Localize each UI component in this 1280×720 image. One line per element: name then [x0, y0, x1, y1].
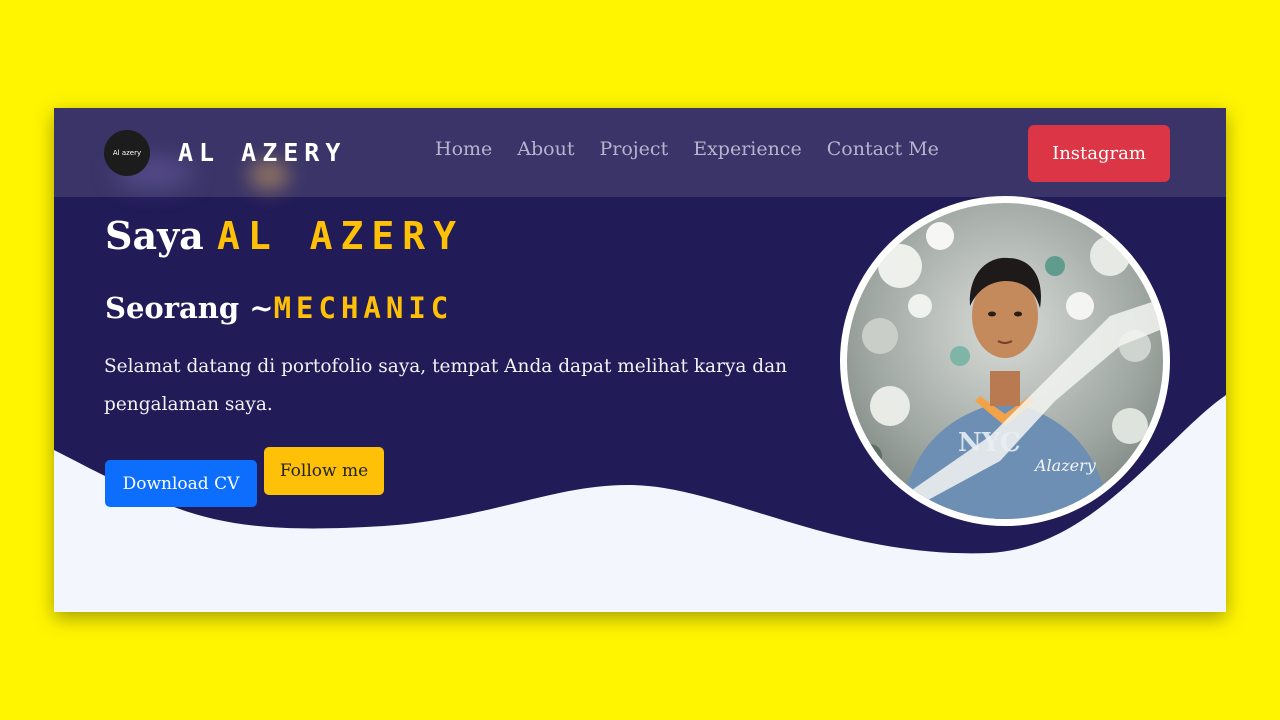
- shirt-text: NYC: [958, 428, 1021, 458]
- hero-subtitle: Seorang ~MECHANIC: [105, 291, 453, 325]
- instagram-button[interactable]: Instagram: [1028, 125, 1170, 182]
- navbar: Al azery AL AZERY Home About Project Exp…: [54, 108, 1226, 197]
- main-nav: Home About Project Experience Contact Me: [435, 138, 964, 160]
- subtitle-prefix: Seorang ~: [105, 291, 274, 325]
- nav-experience[interactable]: Experience: [693, 138, 802, 160]
- follow-me-button[interactable]: Follow me: [264, 447, 384, 495]
- title-prefix: Saya: [105, 213, 204, 258]
- photo-signature: Alazery: [1033, 456, 1097, 475]
- hero-description: Selamat datang di portofolio saya, tempa…: [104, 356, 788, 415]
- nav-home[interactable]: Home: [435, 138, 492, 160]
- nav-project[interactable]: Project: [599, 138, 668, 160]
- logo-text: Al azery: [112, 149, 142, 157]
- brand-name[interactable]: AL AZERY: [178, 138, 346, 167]
- subtitle-role: MECHANIC: [273, 291, 454, 325]
- profile-photo: NYC Alazery: [840, 196, 1170, 526]
- title-name: AL AZERY: [217, 214, 465, 258]
- hero-title: Saya AL AZERY: [105, 213, 464, 258]
- website-frame: Al azery AL AZERY Home About Project Exp…: [54, 108, 1226, 612]
- profile-photo-art: NYC Alazery: [847, 203, 1163, 519]
- nav-contact[interactable]: Contact Me: [827, 138, 939, 160]
- nav-about[interactable]: About: [517, 138, 574, 160]
- logo[interactable]: Al azery: [104, 130, 150, 176]
- download-cv-button[interactable]: Download CV: [105, 460, 257, 507]
